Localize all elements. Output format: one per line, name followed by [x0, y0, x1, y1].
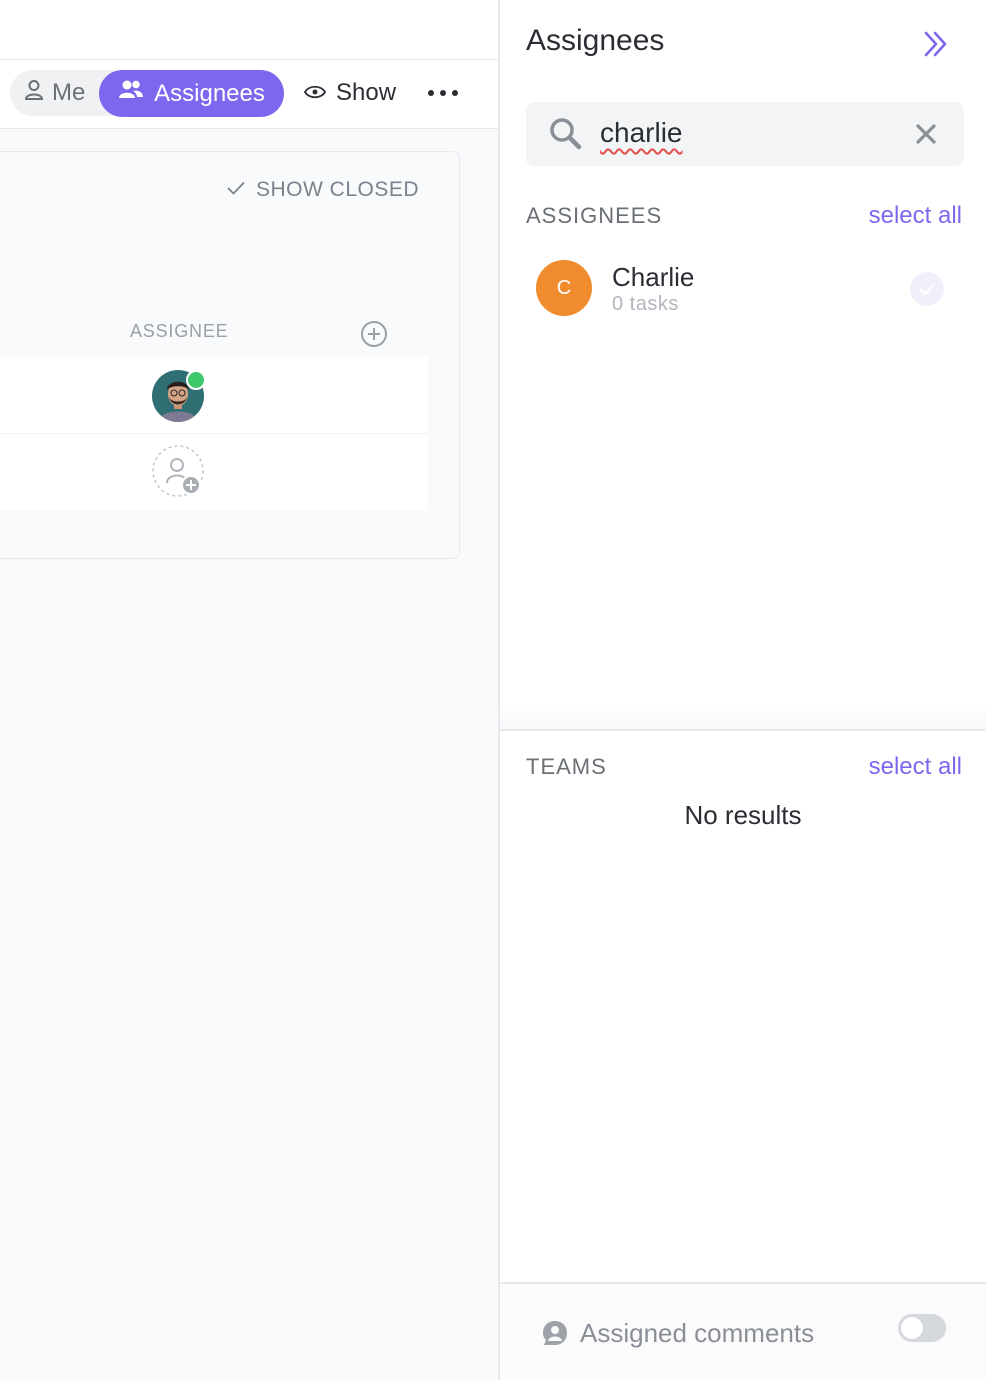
assignee-name: Charlie: [612, 262, 695, 292]
view-toolbar: Me Assignees Show: [0, 60, 498, 129]
me-assignees-segmented-control: Me Assignees: [10, 70, 284, 117]
assignees-filter-label: Assignees: [154, 79, 265, 107]
assignees-section-label: ASSIGNEES: [526, 203, 663, 228]
collapse-panel-button[interactable]: [920, 28, 952, 60]
add-assignee-button[interactable]: [152, 445, 204, 497]
me-filter-button[interactable]: Me: [24, 70, 85, 116]
assignee-list-item[interactable]: C Charlie 0 tasks: [526, 254, 966, 322]
top-bar: [0, 0, 498, 60]
add-column-button[interactable]: [360, 320, 388, 348]
assignee-column-header: ASSIGNEE: [130, 321, 229, 341]
online-status-indicator: [186, 370, 206, 390]
teams-section-label: TEAMS: [526, 754, 607, 779]
task-row[interactable]: [0, 357, 428, 434]
more-options-button[interactable]: [428, 80, 458, 106]
dot-icon: [452, 90, 458, 96]
teams-empty-state: No results: [684, 800, 802, 830]
task-row[interactable]: [0, 434, 428, 510]
section-divider: [500, 729, 986, 731]
double-chevron-right-icon: [924, 31, 947, 57]
plus-circle-icon: [361, 321, 387, 347]
assignee-search-field[interactable]: charlie: [526, 102, 964, 166]
comment-user-icon: [543, 1321, 567, 1345]
assignee-task-count: 0 tasks: [612, 293, 679, 315]
me-filter-label: Me: [52, 79, 86, 106]
avatar: C: [536, 260, 592, 316]
dot-icon: [428, 90, 434, 96]
search-icon: [550, 118, 582, 150]
select-assignee-checkbox[interactable]: [910, 272, 944, 306]
assigned-comments-label: Assigned comments: [580, 1318, 815, 1348]
assignees-panel: Assignees charlie ASSIGNEES select all C…: [498, 0, 986, 1380]
select-all-assignees-link[interactable]: select all: [869, 202, 962, 230]
section-fade: [500, 705, 986, 729]
show-button[interactable]: Show: [303, 70, 397, 116]
show-label: Show: [336, 79, 397, 106]
dot-icon: [440, 90, 446, 96]
assigned-comments-footer: Assigned comments: [500, 1284, 986, 1380]
search-input[interactable]: charlie: [600, 117, 682, 149]
add-user-icon: [152, 445, 204, 497]
select-all-teams-link[interactable]: select all: [869, 753, 962, 781]
people-icon: [118, 79, 144, 108]
eye-icon: [303, 79, 327, 107]
person-icon: [24, 79, 44, 108]
toggle-knob: [901, 1317, 923, 1339]
clear-search-icon[interactable]: [914, 122, 938, 146]
check-icon: [919, 283, 935, 296]
board-pane: Me Assignees Show SHOW CLOSED ASSIGNEE: [0, 0, 498, 1380]
check-icon: [226, 178, 246, 202]
show-closed-label: SHOW CLOSED: [256, 178, 420, 201]
assignees-filter-button[interactable]: Assignees: [99, 70, 284, 117]
show-closed-toggle[interactable]: SHOW CLOSED: [226, 178, 419, 202]
panel-title: Assignees: [526, 24, 665, 57]
assigned-comments-toggle[interactable]: [898, 1314, 946, 1342]
